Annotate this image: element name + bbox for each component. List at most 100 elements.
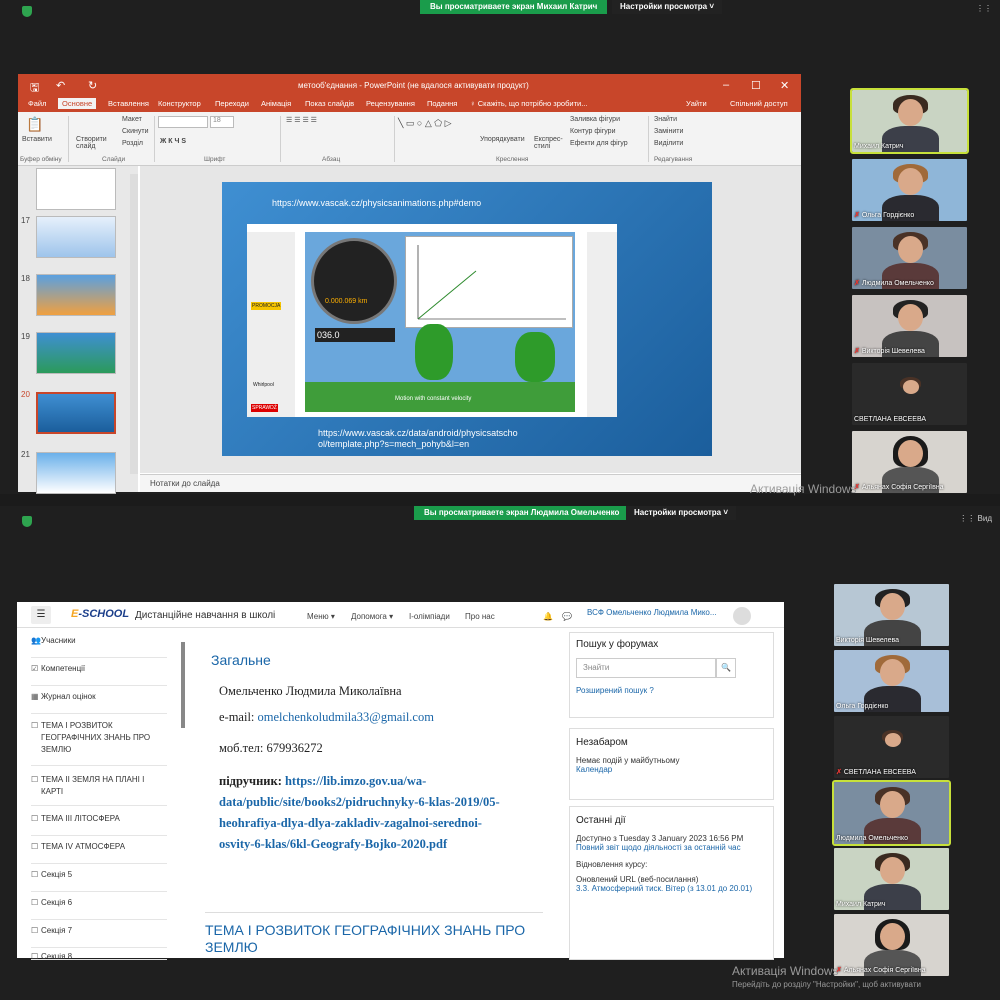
participant-video[interactable]: ✗ Альянах Софія Сергіївна — [834, 914, 949, 976]
nav-section[interactable]: ☐ ТЕМА ІІ ЗЕМЛЯ НА ПЛАНІ І КАРТІ — [31, 774, 167, 806]
nav-section[interactable]: ☐ ТЕМА ІІІ ЛІТОСФЕРА — [31, 814, 167, 836]
paragraph-icons[interactable]: ☰ ☰ ☰ ☰ — [286, 116, 317, 124]
tab-insert[interactable]: Вставлення — [108, 99, 149, 108]
slide-notes[interactable]: Нотатки до слайда — [140, 474, 801, 492]
replace-button[interactable]: Замінити — [654, 128, 683, 135]
tab-home[interactable]: Основне — [58, 98, 97, 109]
advanced-search-link[interactable]: Розширений пошук ? — [576, 686, 767, 695]
avatar[interactable] — [733, 607, 751, 625]
textbook-link-line[interactable]: data/public/site/books2/pidruchnyky-6-kl… — [219, 795, 500, 809]
close-icon[interactable]: ✕ — [780, 79, 789, 92]
participant-video[interactable]: Михаил Катрич — [834, 848, 949, 910]
menu-dropdown[interactable]: Меню ▾ — [307, 612, 335, 621]
nav-competencies[interactable]: ☑ Компетенції — [31, 664, 167, 686]
calendar-link[interactable]: Календар — [576, 765, 767, 774]
textbook-link-line[interactable]: https://lib.imzo.gov.ua/wa- — [285, 774, 426, 788]
slide-thumbnail[interactable] — [36, 274, 116, 316]
user-menu[interactable]: ВСФ Омельченко Людмила Мико... — [587, 608, 717, 617]
olympiads-link[interactable]: І-олімпіади — [409, 612, 450, 621]
tab-design[interactable]: Конструктор — [158, 99, 201, 108]
participant-video[interactable]: ✗ Викторія Шевелева — [852, 295, 967, 357]
nav-section[interactable]: ☐ Секція 6 — [31, 898, 167, 920]
view-options-button[interactable]: ⋮⋮ Вид — [959, 514, 992, 523]
nav-gradebook[interactable]: ▦ Журнал оцінок — [31, 692, 167, 714]
full-report-link[interactable]: Повний звіт щодо діяльності за останній … — [576, 843, 767, 852]
font-family-select[interactable] — [158, 116, 208, 128]
nav-section[interactable]: ☐ Секція 7 — [31, 926, 167, 948]
help-dropdown[interactable]: Допомога ▾ — [351, 612, 393, 621]
nav-section[interactable]: ☐ ТЕМА IV АТМОСФЕРА — [31, 842, 167, 864]
ppt-titlebar: 🖫 ↶ ↻ метооб'єднання - PowerPoint (не вд… — [18, 74, 801, 96]
view-options-icon[interactable]: ⋮⋮ — [976, 4, 992, 13]
group-clipboard: Буфер обміну — [20, 156, 62, 163]
font-style-buttons[interactable]: Ж К Ч S — [160, 138, 186, 145]
redo-icon[interactable]: ↻ — [88, 79, 97, 92]
current-slide[interactable]: https://www.vascak.cz/physicsanimations.… — [222, 182, 712, 456]
arrange-button[interactable]: Упорядкувати — [480, 136, 525, 143]
participant-video[interactable]: ✗ Ольга Гордієнко — [852, 159, 967, 221]
slide-thumbnail[interactable] — [36, 216, 116, 258]
select-button[interactable]: Виділити — [654, 140, 683, 147]
paste-button[interactable]: Вставити — [22, 136, 52, 143]
slide-thumbnail[interactable] — [36, 332, 116, 374]
layout-button[interactable]: Макет — [122, 116, 142, 123]
participant-video[interactable]: ✗ СВЕТЛАНА ЕВСЕЕВА — [834, 716, 949, 778]
view-settings-button[interactable]: Настройки просмотра ˅ — [626, 506, 737, 520]
tab-slideshow[interactable]: Показ слайдів — [305, 99, 354, 108]
menu-hamburger-icon[interactable]: ☰ — [31, 606, 51, 624]
teacher-name: Омельченко Людмила Миколаївна — [219, 684, 402, 698]
tab-animations[interactable]: Анімація — [261, 99, 291, 108]
minimize-icon[interactable]: – — [723, 79, 729, 91]
tab-transitions[interactable]: Переходи — [215, 99, 249, 108]
help-icon[interactable]: ? — [649, 686, 653, 695]
textbook-link-line[interactable]: heohrafiya-dlya-dlya-zakladiv-zagalnoi-s… — [219, 816, 482, 830]
section-button[interactable]: Розділ — [122, 140, 143, 147]
powerpoint-window: 🖫 ↶ ↻ метооб'єднання - PowerPoint (не вд… — [18, 74, 801, 494]
chat-icon[interactable]: 💬 — [562, 612, 572, 621]
nav-section[interactable]: ☐ Секція 5 — [31, 870, 167, 892]
tab-review[interactable]: Рецензування — [366, 99, 415, 108]
tab-view[interactable]: Подання — [427, 99, 457, 108]
share-button[interactable]: Спільний доступ — [730, 99, 788, 108]
participant-video[interactable]: Ольга Гордієнко — [834, 650, 949, 712]
participant-video[interactable]: Викторія Шевелева — [834, 584, 949, 646]
bell-icon[interactable]: 🔔 — [543, 612, 553, 621]
undo-icon[interactable]: ↶ — [56, 79, 65, 92]
slide-thumbnail-selected[interactable] — [36, 392, 116, 434]
drawer-scrollbar[interactable] — [181, 642, 185, 728]
participant-video[interactable]: ✗ Людмила Омельченко — [852, 227, 967, 289]
slide-thumbnail[interactable] — [36, 452, 116, 494]
tab-file[interactable]: Файл — [28, 99, 46, 108]
nav-participants[interactable]: 👥 Учасники — [31, 636, 167, 658]
font-size-select[interactable]: 18 — [210, 116, 234, 128]
shapes-gallery[interactable]: ╲ ▭ ○ △ ⬠ ▷ — [398, 118, 452, 129]
shape-outline-button[interactable]: Контур фігури — [570, 128, 615, 135]
participant-video[interactable]: Михаил Катрич — [850, 88, 969, 154]
next-section-heading[interactable]: ТЕМА І РОЗВИТОК ГЕОГРАФІЧНИХ ЗНАНЬ ПРО З… — [205, 922, 535, 956]
tell-me-search[interactable]: ♀ Скажіть, що потрібно зробити... — [470, 99, 587, 108]
about-link[interactable]: Про нас — [465, 612, 495, 621]
slide-thumbnail[interactable] — [36, 168, 116, 210]
nav-section[interactable]: ☐ Секція 8 — [31, 952, 167, 960]
shape-effects-button[interactable]: Ефекти для фігур — [570, 140, 628, 147]
email-link[interactable]: omelchenkoludmila33@gmail.com — [258, 710, 434, 724]
thumbnail-scrollbar[interactable] — [130, 174, 138, 474]
new-slide-button[interactable]: Створити слайд — [76, 136, 114, 150]
view-settings-button[interactable]: Настройки просмотра ˅ — [612, 0, 723, 14]
site-title[interactable]: Дистанційне навчання в школі — [135, 610, 275, 621]
forum-search-input[interactable]: Знайти — [576, 658, 716, 678]
activity-item-link[interactable]: 3.3. Атмосферний тиск. Вітер (з 13.01 до… — [576, 884, 756, 893]
reset-button[interactable]: Скинути — [122, 128, 149, 135]
ad-button[interactable]: SPRAWDŹ — [251, 404, 278, 412]
shape-fill-button[interactable]: Заливка фігури — [570, 116, 620, 123]
participant-video[interactable]: СВЕТЛАНА ЕВСЕЕВА — [852, 363, 967, 425]
participant-video[interactable]: Людмила Омельченко — [832, 780, 951, 846]
quick-styles-button[interactable]: Експрес-стилі — [534, 136, 564, 150]
maximize-icon[interactable]: ☐ — [751, 79, 761, 92]
textbook-link-line[interactable]: osvity-6-klas/6kl-Geografy-Bojko-2020.pd… — [219, 837, 447, 851]
participant-video[interactable]: ✗ Альянах Софія Сергіївна — [852, 431, 967, 493]
search-icon[interactable]: 🔍 — [716, 658, 736, 678]
nav-section[interactable]: ☐ ТЕМА І РОЗВИТОК ГЕОГРАФІЧНИХ ЗНАНЬ ПРО … — [31, 720, 167, 766]
paste-icon[interactable]: 📋 — [26, 116, 43, 133]
find-button[interactable]: Знайти — [654, 116, 677, 123]
